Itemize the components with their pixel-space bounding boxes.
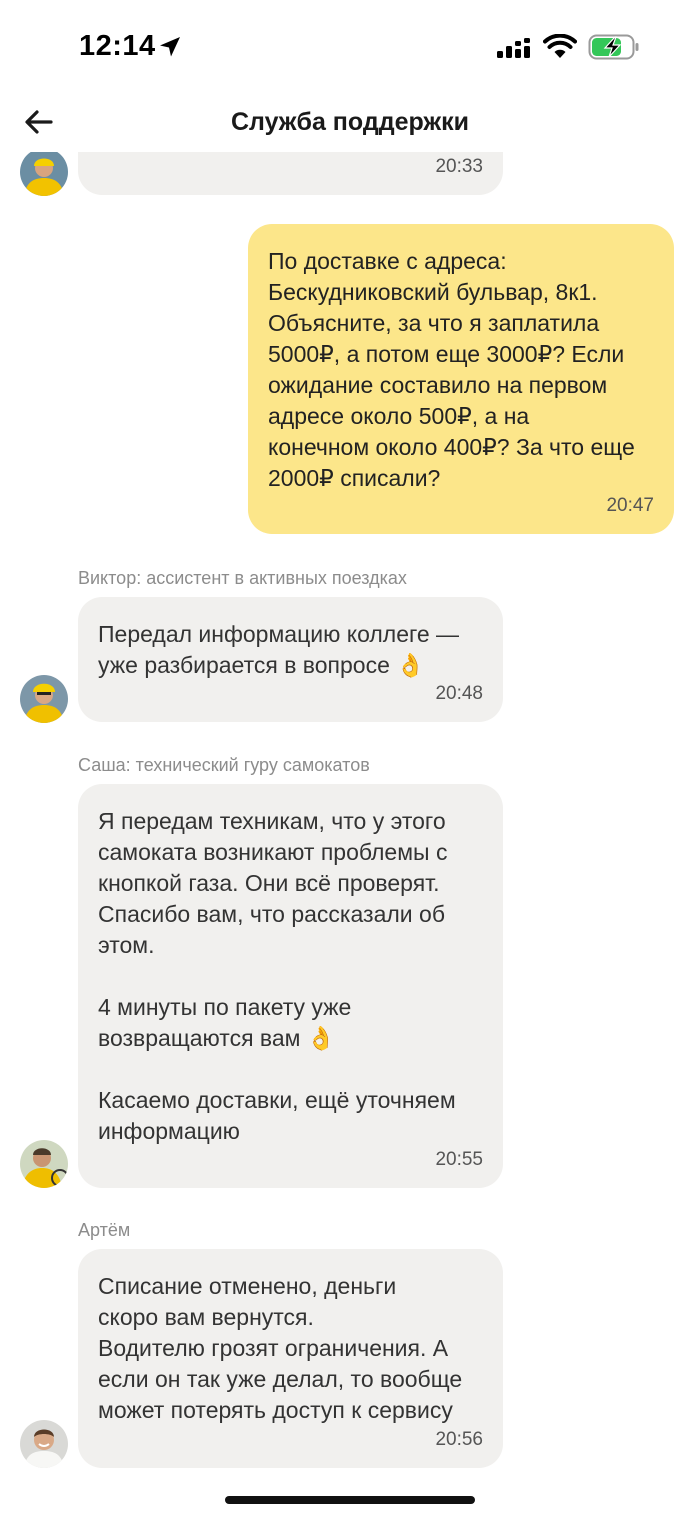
avatar[interactable] bbox=[20, 152, 68, 196]
message-text: Списание отменено, деньги скоро вам верн… bbox=[98, 1273, 463, 1423]
cellular-signal-icon bbox=[497, 38, 530, 58]
home-indicator[interactable] bbox=[225, 1496, 475, 1504]
sender-name: Виктор: ассистент в активных поездках bbox=[78, 568, 407, 588]
page-title: Служба поддержки bbox=[230, 108, 470, 136]
message-time: 20:56 bbox=[435, 1429, 483, 1450]
message-time: 20:55 bbox=[435, 1149, 483, 1170]
message-bubble[interactable]: Списание отменено, деньги скоро вам верн… bbox=[78, 1249, 503, 1468]
sender-name: Саша: технический гуру самокатов bbox=[78, 755, 370, 775]
message-text: Передал информацию коллеге — уже разбира… bbox=[98, 621, 460, 678]
status-bar: 12:14 bbox=[0, 0, 700, 96]
message-list[interactable]: 20:33 По доставке с адреса: Бескудниковс… bbox=[0, 152, 700, 1482]
sender-name: Артём bbox=[78, 1220, 131, 1240]
message-bubble[interactable]: Передал информацию коллеге — уже разбира… bbox=[78, 597, 503, 722]
avatar[interactable] bbox=[20, 675, 68, 723]
avatar[interactable] bbox=[20, 1140, 68, 1188]
avatar[interactable] bbox=[20, 1420, 68, 1468]
message-text: По доставке с адреса: Бескудниковский бу… bbox=[268, 248, 635, 491]
status-time: 12:14 bbox=[79, 30, 156, 62]
message-time: 20:48 bbox=[435, 683, 483, 704]
message-bubble-outgoing[interactable]: По доставке с адреса: Бескудниковский бу… bbox=[248, 224, 674, 534]
message-time: 20:47 bbox=[606, 495, 654, 516]
chat-header: Служба поддержки bbox=[0, 96, 700, 152]
message-bubble[interactable]: Я передам техникам, что у этого самоката… bbox=[78, 784, 503, 1188]
location-arrow-icon bbox=[160, 37, 180, 57]
message-time: 20:33 bbox=[435, 156, 483, 177]
message-text: Я передам техникам, что у этого самоката… bbox=[98, 808, 456, 1144]
battery-charging-icon bbox=[588, 34, 639, 60]
wifi-icon bbox=[543, 34, 577, 58]
message-bubble[interactable]: 20:33 bbox=[78, 152, 503, 195]
